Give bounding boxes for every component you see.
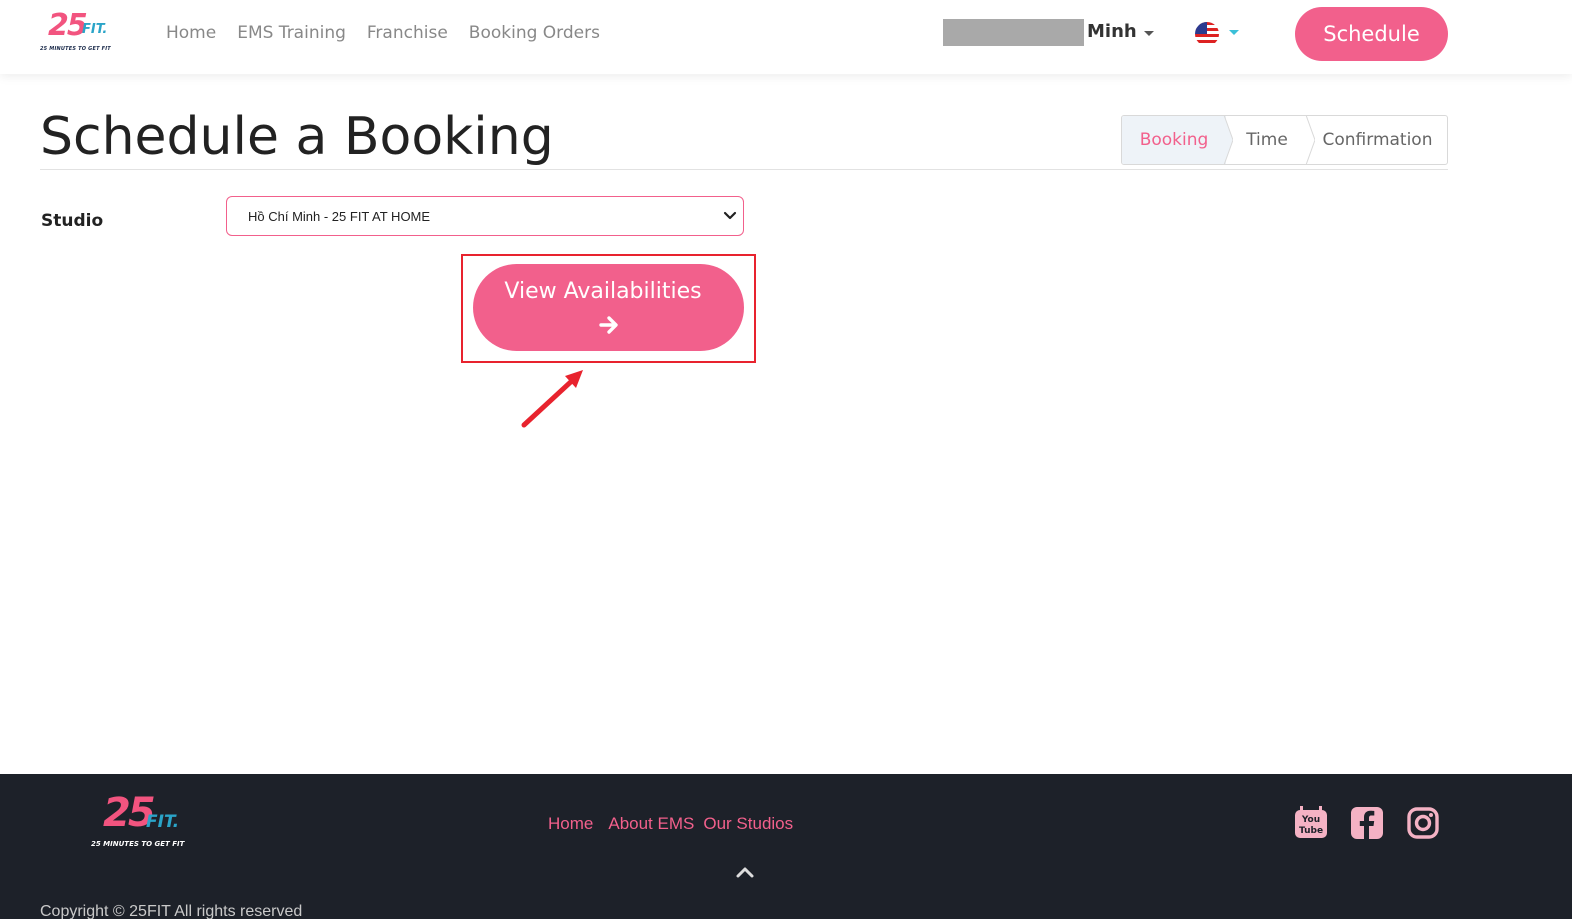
- chevron-up-icon[interactable]: [735, 864, 755, 880]
- schedule-button[interactable]: Schedule: [1295, 7, 1448, 61]
- us-flag-icon[interactable]: [1195, 22, 1219, 46]
- language-caret-icon[interactable]: [1229, 30, 1239, 35]
- footer-logo-word: FIT.: [146, 812, 180, 832]
- redacted-user-surname: [943, 19, 1084, 46]
- footer-links: Home About EMS Our Studios: [548, 813, 808, 835]
- svg-text:Tube: Tube: [1299, 826, 1323, 836]
- chevron-down-icon: [723, 211, 737, 220]
- site-header: 25 FIT. 25 MINUTES TO GET FIT Home EMS T…: [0, 0, 1572, 74]
- main-nav: Home EMS Training Franchise Booking Orde…: [166, 22, 621, 44]
- studio-label: Studio: [41, 211, 104, 231]
- footer-link-about-ems[interactable]: About EMS: [608, 813, 694, 835]
- nav-item-home[interactable]: Home: [166, 22, 216, 44]
- nav-item-ems-training[interactable]: EMS Training: [237, 22, 346, 44]
- instagram-icon[interactable]: [1406, 806, 1440, 840]
- footer-link-our-studios[interactable]: Our Studios: [703, 813, 793, 835]
- footer-logo-tagline: 25 MINUTES TO GET FIT: [91, 840, 185, 848]
- page-title: Schedule a Booking: [40, 107, 554, 167]
- studio-select[interactable]: Hồ Chí Minh - 25 FIT AT HOME: [226, 196, 744, 236]
- user-menu-name[interactable]: Minh: [1087, 21, 1137, 43]
- facebook-icon[interactable]: [1350, 806, 1384, 840]
- step-confirmation[interactable]: Confirmation: [1308, 116, 1447, 164]
- copyright-text: Copyright © 25FIT All rights reserved: [40, 903, 303, 919]
- nav-item-franchise[interactable]: Franchise: [367, 22, 448, 44]
- view-availabilities-button[interactable]: View Availabilities: [473, 264, 744, 351]
- view-availabilities-label: View Availabilities: [504, 279, 702, 304]
- arrow-right-icon: [599, 316, 618, 334]
- logo-number: 25: [48, 8, 88, 43]
- step-separator-icon: [1219, 116, 1233, 164]
- brand-logo[interactable]: 25 FIT. 25 MINUTES TO GET FIT: [38, 10, 122, 58]
- nav-item-booking-orders[interactable]: Booking Orders: [469, 22, 600, 44]
- logo-word: FIT.: [82, 22, 108, 37]
- svg-text:You: You: [1301, 815, 1320, 825]
- youtube-icon[interactable]: You Tube: [1294, 806, 1328, 840]
- user-menu-caret-icon[interactable]: [1144, 31, 1154, 36]
- annotation-arrow-icon: [521, 370, 583, 428]
- studio-select-value: Hồ Chí Minh - 25 FIT AT HOME: [248, 209, 431, 224]
- step-time[interactable]: Time: [1226, 116, 1308, 164]
- title-divider: [40, 169, 1448, 170]
- footer-logo[interactable]: 25 FIT. 25 MINUTES TO GET FIT: [90, 792, 200, 852]
- logo-tagline: 25 MINUTES TO GET FIT: [40, 46, 111, 52]
- footer-link-home[interactable]: Home: [548, 813, 593, 835]
- step-booking[interactable]: Booking: [1122, 116, 1226, 164]
- site-footer: [0, 774, 1572, 919]
- step-separator-icon: [1305, 116, 1315, 164]
- booking-steps: Booking Time Confirmation: [1121, 115, 1448, 165]
